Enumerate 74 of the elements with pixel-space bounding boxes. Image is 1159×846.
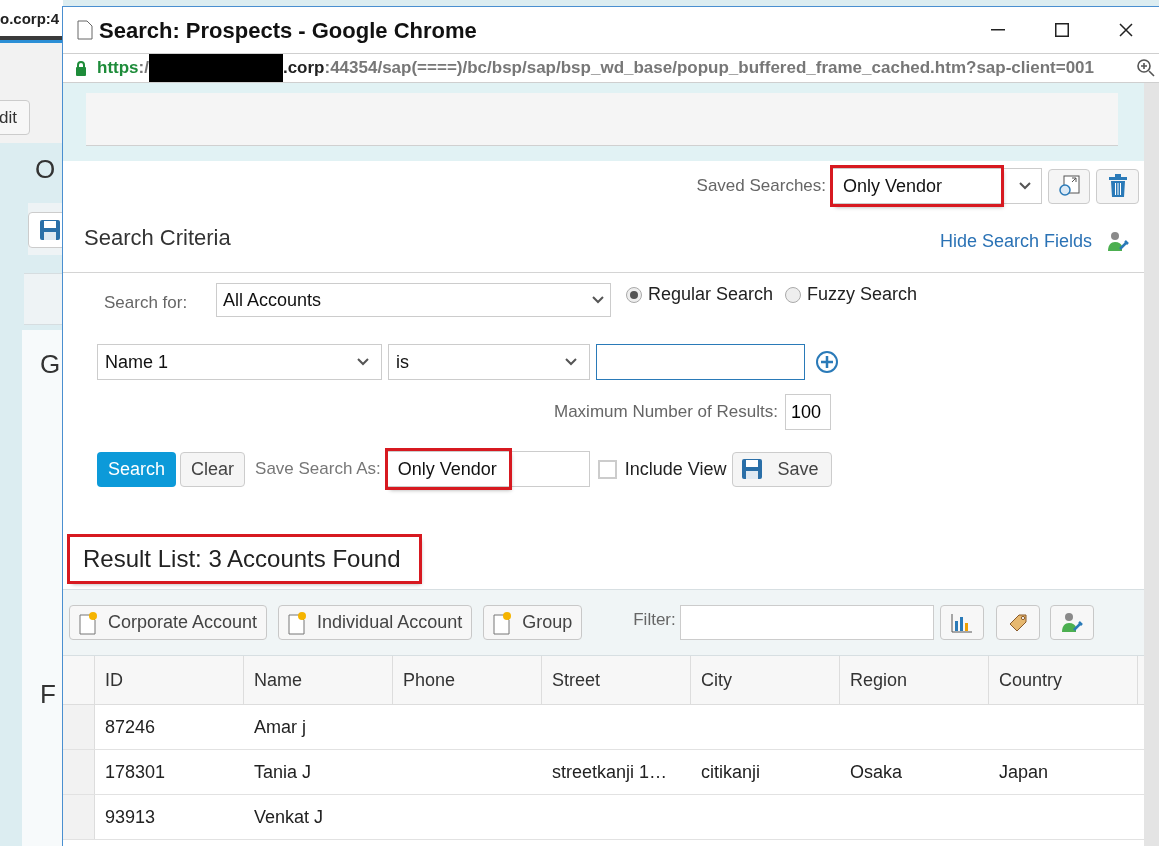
radio-option[interactable]: Fuzzy Search (785, 281, 918, 308)
save-button[interactable]: Save (732, 451, 832, 487)
field-label: Save Search As: (255, 458, 381, 481)
chevron-down-icon (1019, 182, 1031, 190)
column-header[interactable]: Country (989, 656, 1138, 704)
table-cell-text: 93913 (104, 805, 157, 829)
table-cell-text: 87246 (104, 715, 157, 739)
chevron-down-icon (357, 358, 369, 366)
new-document-icon (78, 610, 98, 635)
table-cell-text: Venkat J (253, 805, 325, 829)
field-label: Filter: (633, 608, 676, 631)
column-header[interactable]: Name (244, 656, 393, 704)
save-as-input[interactable]: Only Vendor (386, 451, 590, 487)
chart-button[interactable] (939, 605, 984, 640)
chevron-down-icon (592, 296, 604, 304)
close-icon (1119, 23, 1133, 37)
document-icon (77, 20, 93, 40)
table-cell-text: streetkanji 1… (551, 760, 669, 784)
new-account-button[interactable]: Group (483, 605, 583, 640)
table-cell-text: Japan (998, 760, 1050, 784)
open-search-button[interactable] (1048, 168, 1090, 204)
chevron-down-icon (565, 358, 577, 366)
column-header[interactable]: ID (95, 656, 244, 704)
table-cell-text: 178301 (104, 760, 167, 784)
maximize-icon (1055, 23, 1069, 37)
column-header[interactable]: Phone (393, 656, 542, 704)
radio-option[interactable]: Regular Search (626, 281, 774, 308)
field-label: Saved Searches: (696, 175, 826, 198)
tag-button[interactable] (995, 605, 1040, 640)
window-title: Search: Prospects - Google Chrome (99, 16, 477, 45)
url-text[interactable]: https:/ .corp:44354/sap(====)/bc/bsp/sap/bsp_wd_base/popup_buffered_frame_cached.htm?sap-client=001 (97, 54, 1137, 82)
clear-button[interactable]: Clear (180, 451, 246, 487)
column-header[interactable]: Region (840, 656, 989, 704)
new-account-button[interactable]: Corporate Account (69, 605, 268, 640)
add-icon (815, 350, 839, 374)
delete-button[interactable] (1096, 168, 1139, 204)
table-cell-text: Amar j (253, 715, 307, 739)
trash-icon (1107, 174, 1128, 198)
minimize-icon (991, 29, 1005, 31)
table-cell-text: Osaka (849, 760, 904, 784)
include-view-checkbox[interactable]: Include View (597, 455, 727, 483)
max-results-input[interactable]: 100 (784, 394, 831, 430)
heading-text: O (35, 153, 56, 186)
heading-text: F (40, 678, 56, 711)
field-label: Maximum Number of Results: (554, 401, 778, 424)
search-for-dropdown[interactable]: All Accounts (216, 283, 611, 317)
bar-chart-icon (950, 612, 973, 633)
field-label: Search for: (104, 292, 189, 314)
result-list-title: Result List: 3 Accounts Found (70, 536, 419, 581)
column-header[interactable]: Street (542, 656, 691, 704)
heading-text: G (40, 348, 61, 381)
lock-icon (75, 60, 87, 76)
new-document-icon (492, 610, 513, 635)
section-heading: Search Criteria (84, 224, 231, 252)
value-input[interactable] (596, 344, 805, 380)
table-cell-text: Tania J (253, 760, 313, 784)
panel-background (24, 273, 64, 325)
new-document-icon (287, 610, 308, 635)
new-account-button[interactable]: Individual Account (278, 605, 473, 640)
person-wrench-icon (1059, 610, 1084, 635)
person-wrench-icon (1106, 229, 1130, 254)
zoom-icon (1137, 59, 1155, 77)
scrollbar[interactable] (1144, 83, 1159, 846)
table-cell-text: citikanji (700, 760, 762, 784)
field-dropdown[interactable]: Name 1 (97, 344, 382, 380)
personalize-button[interactable] (1049, 605, 1094, 640)
url-text: o.corp:4 (0, 9, 60, 29)
saved-search-dropdown[interactable]: Only Vendor (832, 168, 1042, 204)
operator-dropdown[interactable]: is (388, 344, 590, 380)
window-search-icon (1057, 174, 1081, 198)
filter-input[interactable] (679, 605, 934, 640)
column-header[interactable]: City (691, 656, 840, 704)
edit-button[interactable]: dit (0, 100, 30, 135)
hide-fields-link[interactable]: Hide Search Fields (939, 228, 1092, 255)
